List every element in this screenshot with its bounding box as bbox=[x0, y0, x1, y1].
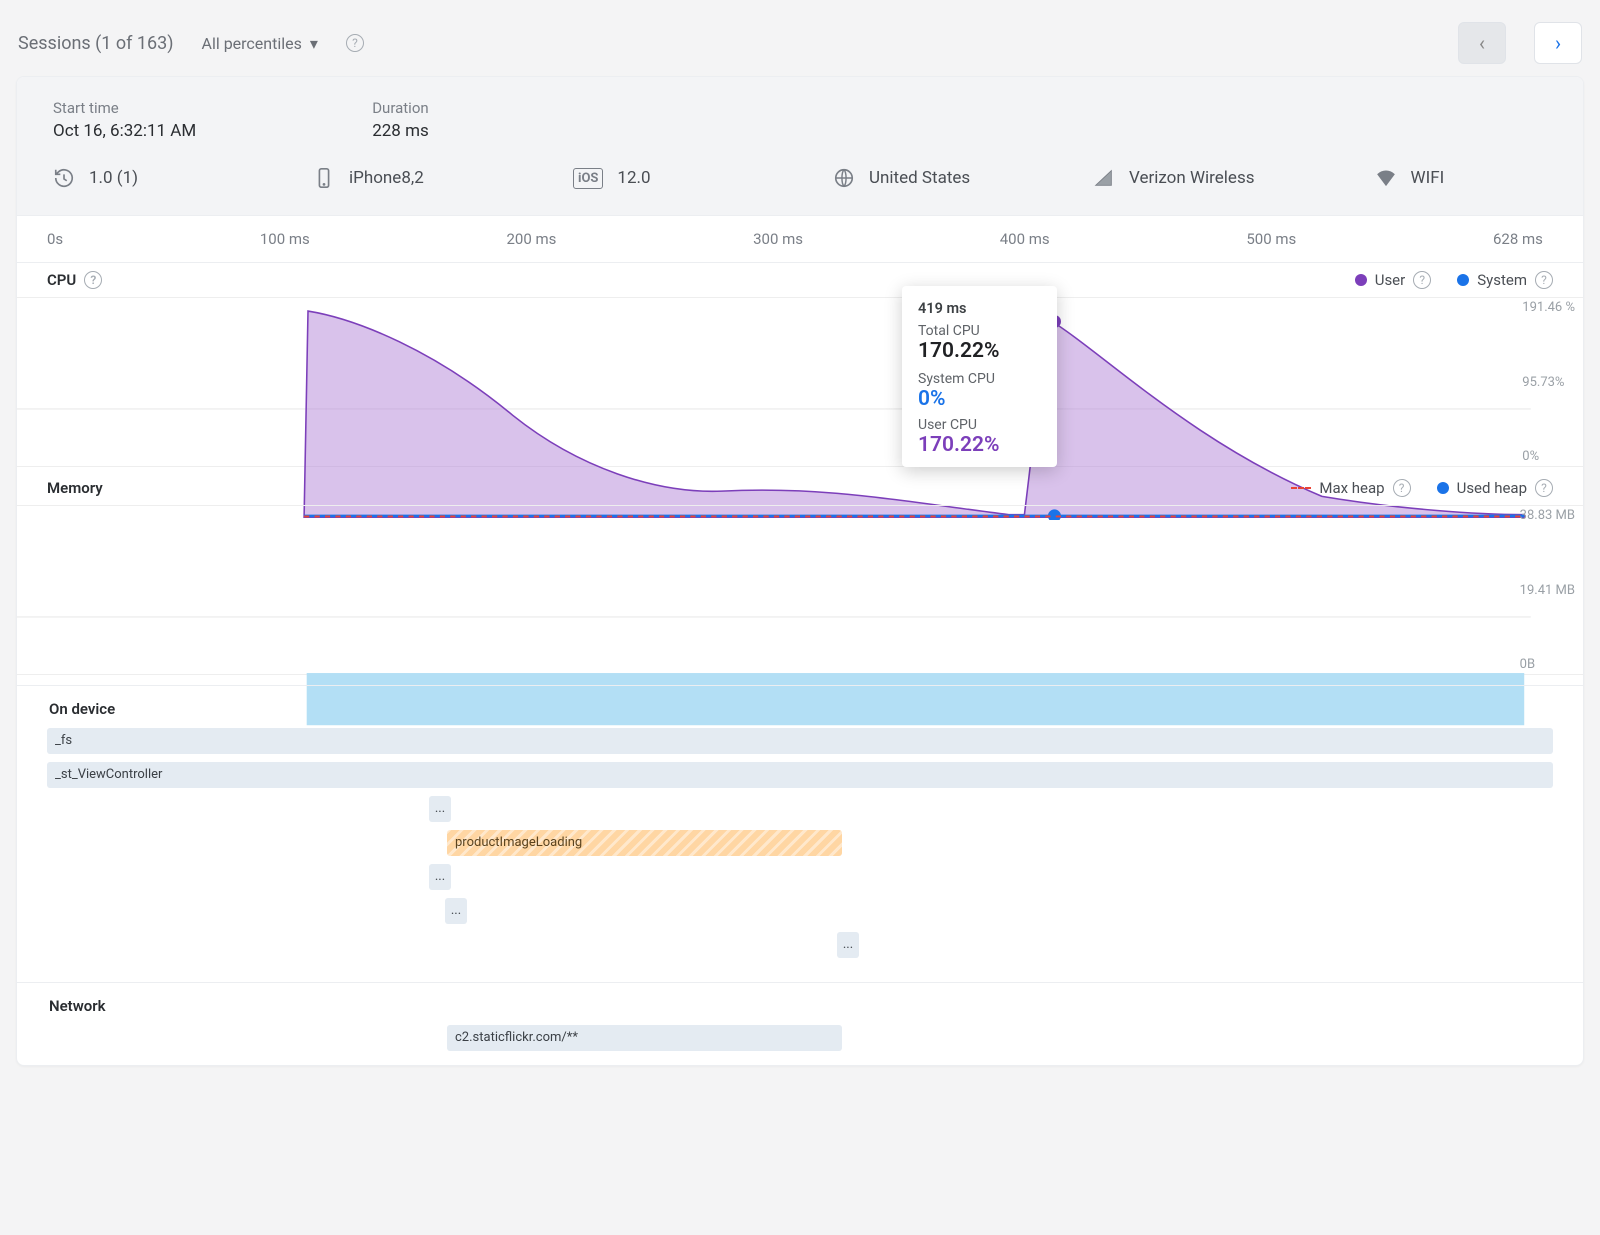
tooltip-total-value: 170.22% bbox=[918, 339, 1041, 363]
usedheap-color-icon bbox=[1437, 482, 1449, 494]
ios-icon: iOS bbox=[573, 168, 603, 189]
meta-country: United States bbox=[833, 167, 973, 189]
legend-system-help-icon[interactable]: ? bbox=[1535, 271, 1553, 289]
duration-value: 228 ms bbox=[372, 121, 429, 141]
meta-carrier: Verizon Wireless bbox=[1093, 167, 1255, 189]
system-color-icon bbox=[1457, 274, 1469, 286]
tooltip-system-label: System CPU bbox=[918, 371, 1041, 387]
axis-tick: 200 ms bbox=[507, 230, 557, 248]
meta-network: WIFI bbox=[1375, 167, 1515, 189]
trace-product-image-loading[interactable]: productImageLoading bbox=[447, 830, 842, 856]
toolbar: Sessions (1 of 163) All percentiles ▾ ? … bbox=[16, 16, 1584, 76]
trace-ellipsis[interactable]: ... bbox=[445, 898, 467, 924]
legend-user: User bbox=[1375, 271, 1406, 289]
start-time-label: Start time bbox=[53, 99, 196, 117]
percentiles-help-icon[interactable]: ? bbox=[346, 34, 364, 52]
tooltip-user-label: User CPU bbox=[918, 417, 1041, 433]
prev-session-button: ‹ bbox=[1458, 22, 1506, 64]
axis-tick: 400 ms bbox=[1000, 230, 1050, 248]
tooltip-time: 419 ms bbox=[918, 300, 1041, 317]
trace-fs[interactable]: _fs bbox=[47, 728, 1553, 754]
ondevice-section: On device _fs _st_ViewController ... pro… bbox=[17, 686, 1583, 972]
network-section: Network c2.staticflickr.com/** bbox=[17, 983, 1583, 1065]
legend-usedheap-help-icon[interactable]: ? bbox=[1535, 479, 1553, 497]
percentiles-label: All percentiles bbox=[202, 34, 302, 53]
meta-os: iOS 12.0 bbox=[573, 167, 713, 189]
legend-maxheap-help-icon[interactable]: ? bbox=[1393, 479, 1411, 497]
network-title: Network bbox=[47, 997, 1553, 1015]
user-color-icon bbox=[1355, 274, 1367, 286]
tooltip-total-label: Total CPU bbox=[918, 323, 1041, 339]
axis-tick: 100 ms bbox=[260, 230, 310, 248]
ondevice-title: On device bbox=[47, 700, 1553, 718]
meta-device: iPhone8,2 bbox=[313, 167, 453, 189]
session-card: Start time Oct 16, 6:32:11 AM Duration 2… bbox=[16, 76, 1584, 1066]
cpu-header: CPU ? User ? System ? bbox=[17, 263, 1583, 289]
percentiles-dropdown[interactable]: All percentiles ▾ bbox=[202, 34, 318, 53]
signal-icon bbox=[1093, 167, 1115, 189]
caret-down-icon: ▾ bbox=[310, 34, 318, 53]
trace-st-viewcontroller[interactable]: _st_ViewController bbox=[47, 762, 1553, 788]
network-request-row[interactable]: c2.staticflickr.com/** bbox=[447, 1025, 842, 1051]
axis-tick: 300 ms bbox=[753, 230, 803, 248]
memory-header: Memory Max heap ? Used heap ? bbox=[17, 471, 1583, 497]
trace-ellipsis[interactable]: ... bbox=[837, 932, 859, 958]
maxheap-line-icon bbox=[1291, 487, 1311, 489]
legend-system: System bbox=[1477, 271, 1527, 289]
axis-tick: 0s bbox=[47, 230, 63, 248]
trace-ellipsis[interactable]: ... bbox=[429, 796, 451, 822]
chevron-left-icon: ‹ bbox=[1479, 31, 1485, 55]
cpu-chart[interactable]: 191.46 % 95.73% 0% 419 ms Total CPU bbox=[17, 297, 1583, 467]
next-session-button[interactable]: › bbox=[1534, 22, 1582, 64]
legend-maxheap: Max heap bbox=[1319, 479, 1384, 497]
session-summary: Start time Oct 16, 6:32:11 AM Duration 2… bbox=[17, 77, 1583, 216]
memory-title: Memory bbox=[47, 479, 103, 497]
tooltip-user-value: 170.22% bbox=[918, 433, 1041, 457]
trace-ellipsis[interactable]: ... bbox=[429, 864, 451, 890]
phone-icon bbox=[313, 167, 335, 189]
cpu-title: CPU bbox=[47, 271, 76, 289]
meta-version: 1.0 (1) bbox=[53, 167, 193, 189]
start-time-value: Oct 16, 6:32:11 AM bbox=[53, 121, 196, 141]
cpu-help-icon[interactable]: ? bbox=[84, 271, 102, 289]
axis-tick: 500 ms bbox=[1246, 230, 1296, 248]
globe-icon bbox=[833, 167, 855, 189]
axis-tick: 628 ms bbox=[1493, 230, 1543, 248]
wifi-icon bbox=[1375, 167, 1397, 189]
legend-usedheap: Used heap bbox=[1457, 479, 1527, 497]
history-icon bbox=[53, 167, 75, 189]
legend-user-help-icon[interactable]: ? bbox=[1413, 271, 1431, 289]
sessions-counter: Sessions (1 of 163) bbox=[18, 33, 174, 54]
cpu-tooltip: 419 ms Total CPU 170.22% System CPU 0% U… bbox=[902, 286, 1057, 467]
chevron-right-icon: › bbox=[1555, 31, 1561, 55]
memory-chart[interactable]: 38.83 MB 19.41 MB 0B bbox=[17, 505, 1583, 675]
timeline-axis: 0s 100 ms 200 ms 300 ms 400 ms 500 ms 62… bbox=[17, 216, 1583, 263]
tooltip-system-value: 0% bbox=[918, 387, 1041, 411]
duration-label: Duration bbox=[372, 99, 429, 117]
